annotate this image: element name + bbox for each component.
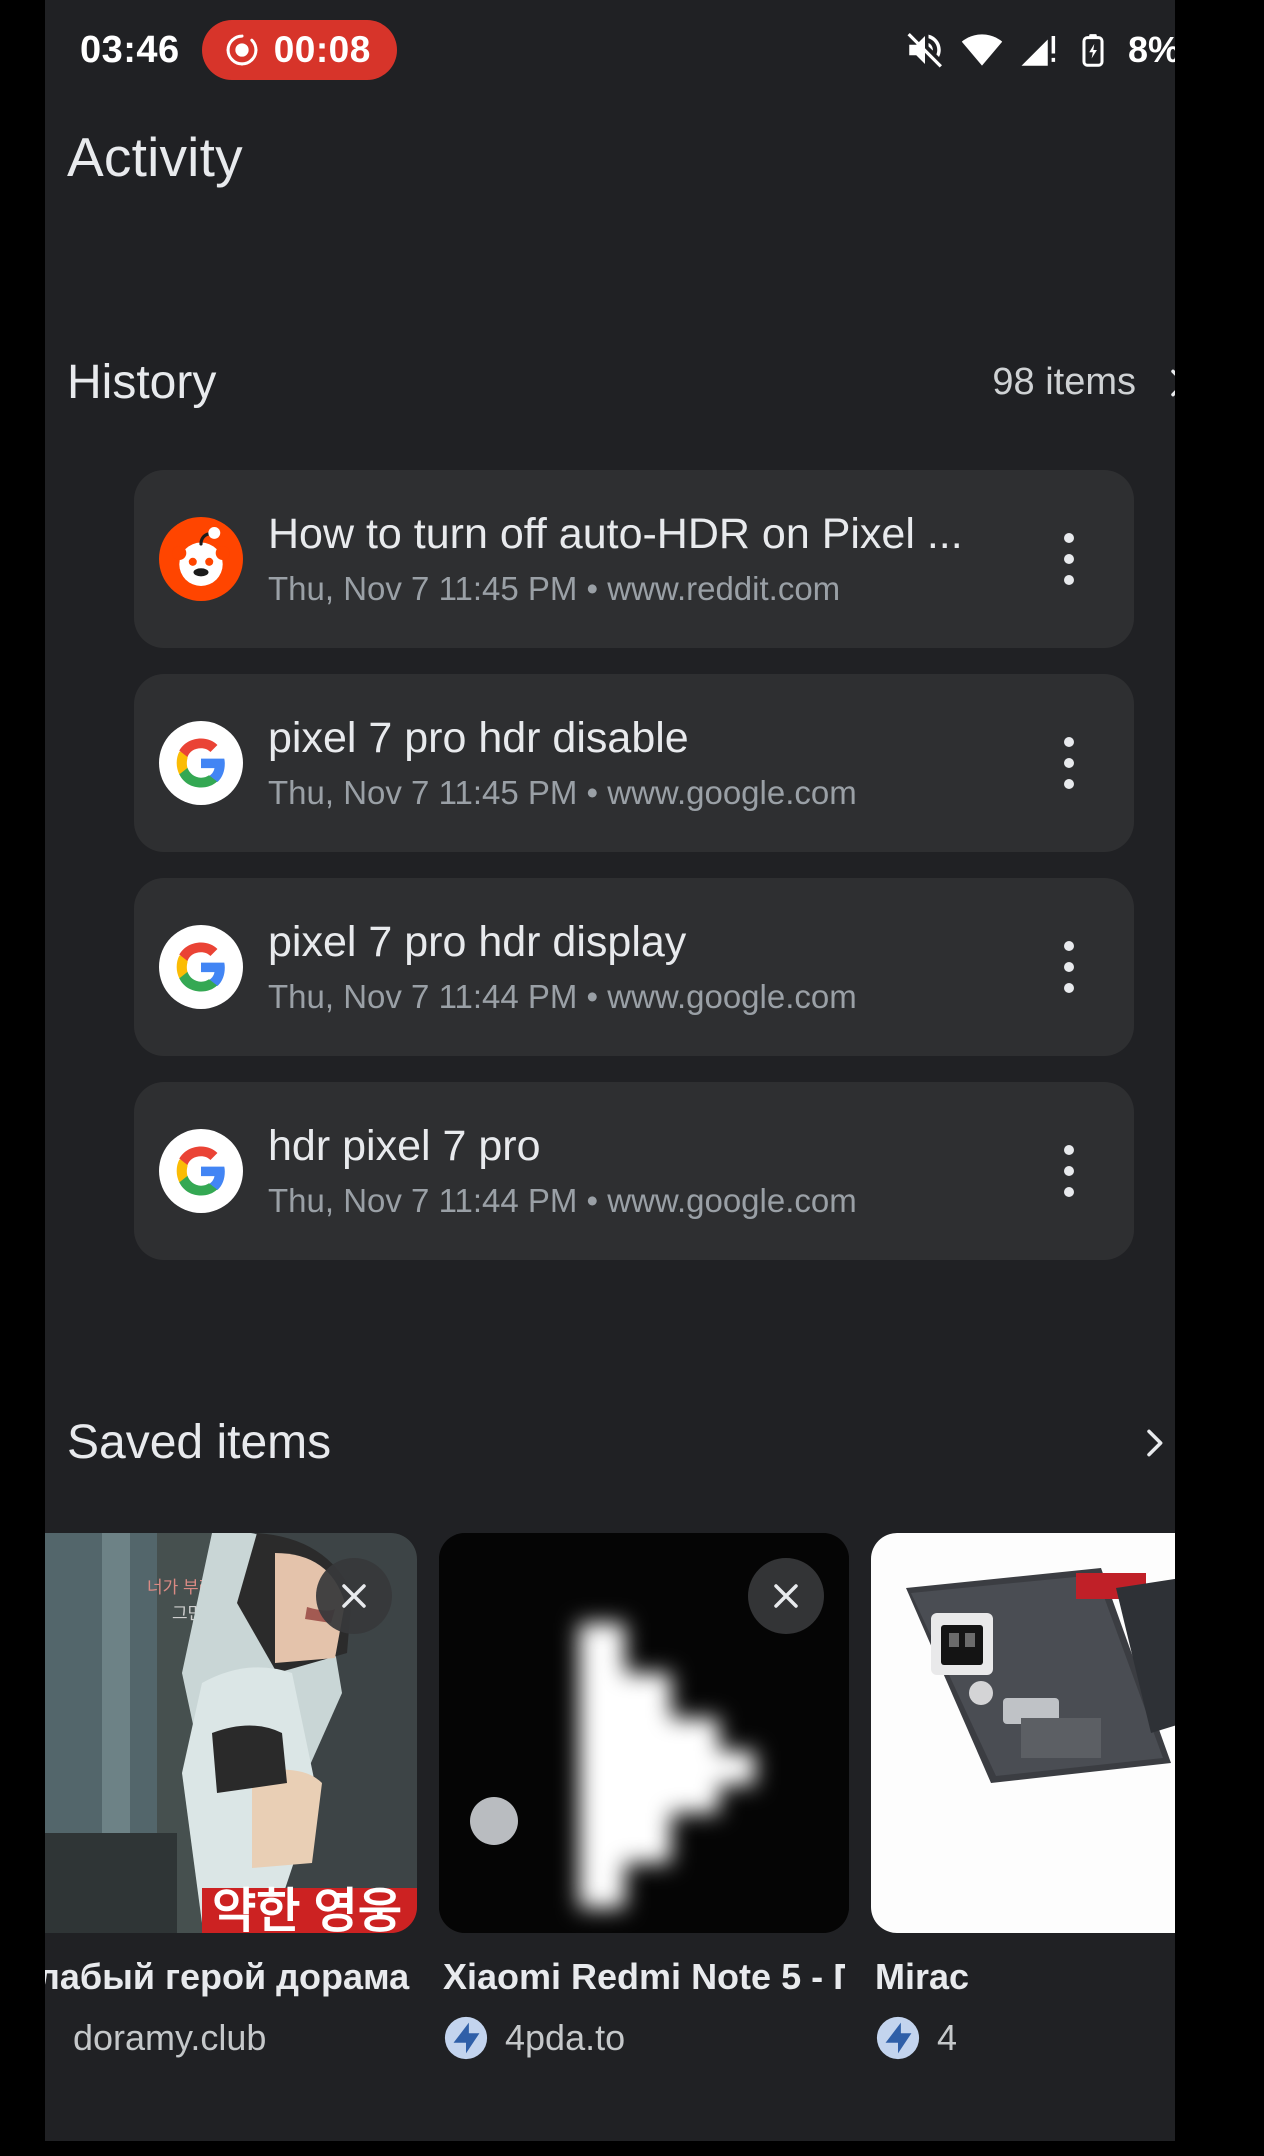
history-item-text: pixel 7 pro hdr display Thu, Nov 7 11:44… — [268, 918, 1034, 1015]
history-item-text: pixel 7 pro hdr disable Thu, Nov 7 11:45… — [268, 714, 1034, 811]
saved-item-source: doramy.club — [45, 2015, 413, 2061]
saved-items-header-right[interactable] — [1134, 1423, 1174, 1463]
wifi-icon — [960, 28, 1004, 72]
table-row[interactable]: pixel 7 pro hdr display Thu, Nov 7 11:44… — [134, 878, 1134, 1056]
google-icon — [158, 1128, 244, 1214]
saved-item-domain: 4pda.to — [505, 2016, 626, 2058]
list-item[interactable]: Mirac 4 — [871, 1533, 1220, 2061]
list-item[interactable]: Xiaomi Redmi Note 5 - П... 4pda.to — [439, 1533, 849, 2061]
app-screen: 03:46 00:08 8% Activity History 98 items… — [45, 0, 1220, 2141]
google-icon — [158, 924, 244, 1010]
list-item[interactable]: 너가 부러웠어 그만하자고 약한 영웅 — [45, 1533, 417, 2061]
white-device-photo — [871, 1533, 1220, 1933]
screen-record-chip[interactable]: 00:08 — [201, 20, 397, 80]
saved-thumbnail[interactable] — [439, 1533, 849, 1933]
status-bar-right: 8% — [904, 28, 1180, 72]
saved-item-title: Слабый герой дорама 2... — [45, 1957, 413, 1997]
saved-item-domain: doramy.club — [73, 2016, 267, 2058]
page-title: Activity — [67, 126, 243, 188]
saved-item-title: Xiaomi Redmi Note 5 - П... — [443, 1957, 845, 1997]
chevron-right-icon[interactable] — [1134, 1423, 1174, 1463]
status-bar-left: 03:46 00:08 — [80, 20, 397, 80]
overflow-menu-icon[interactable] — [1034, 1126, 1104, 1216]
table-row[interactable]: pixel 7 pro hdr disable Thu, Nov 7 11:45… — [134, 674, 1134, 852]
history-item-subtitle: Thu, Nov 7 11:45 PM • www.google.com — [268, 773, 857, 811]
saved-item-domain: 4 — [937, 2016, 958, 2058]
saved-item-source: 4 — [875, 2015, 1220, 2061]
saved-item-source: 4pda.to — [443, 2015, 845, 2061]
status-clock: 03:46 — [80, 28, 180, 71]
history-title: History — [67, 356, 217, 409]
history-item-title: pixel 7 pro hdr display — [268, 918, 687, 967]
saved-item-title: Mirac — [875, 1957, 970, 1997]
battery-percent-label: 8% — [1127, 29, 1180, 70]
4pda-icon — [875, 2015, 921, 2061]
history-item-text: hdr pixel 7 pro Thu, Nov 7 11:44 PM • ww… — [268, 1122, 1034, 1219]
history-item-title: How to turn off auto-HDR on Pixel ... — [268, 510, 963, 559]
bottom-letterbox — [0, 2141, 1264, 2156]
saved-items-section-header[interactable]: Saved items — [67, 1415, 1198, 1470]
screen-record-icon — [223, 31, 261, 69]
svg-text:약한 영웅: 약한 영웅 — [212, 1885, 402, 1933]
history-item-subtitle: Thu, Nov 7 11:44 PM • www.google.com — [268, 977, 857, 1015]
saved-thumbnail[interactable]: 너가 부러웠어 그만하자고 약한 영웅 — [45, 1533, 417, 1933]
table-row[interactable]: hdr pixel 7 pro Thu, Nov 7 11:44 PM • ww… — [134, 1082, 1134, 1260]
left-letterbox — [0, 0, 45, 2156]
close-icon[interactable] — [748, 1558, 824, 1634]
saved-thumbnail[interactable] — [871, 1533, 1220, 1933]
overflow-menu-icon[interactable] — [1034, 514, 1104, 604]
saved-caption: Mirac 4 — [871, 1957, 1220, 2061]
history-header-right[interactable]: 98 items — [992, 361, 1198, 404]
overflow-menu-icon[interactable] — [1034, 922, 1104, 1012]
status-bar: 03:46 00:08 8% — [45, 0, 1220, 100]
history-item-subtitle: Thu, Nov 7 11:44 PM • www.google.com — [268, 1181, 857, 1219]
history-item-title: pixel 7 pro hdr disable — [268, 714, 689, 763]
history-list: How to turn off auto-HDR on Pixel ... Th… — [134, 470, 1134, 1286]
4pda-icon — [443, 2015, 489, 2061]
saved-items-carousel[interactable]: TING BY athan — [45, 1533, 1220, 2093]
cellular-alert-icon — [1018, 29, 1060, 71]
saved-items-title: Saved items — [67, 1416, 332, 1469]
table-row[interactable]: How to turn off auto-HDR on Pixel ... Th… — [134, 470, 1134, 648]
right-letterbox — [1175, 0, 1264, 2156]
history-section-header[interactable]: History 98 items — [67, 355, 1198, 410]
screen-record-timer: 00:08 — [273, 29, 371, 70]
battery-charging-icon — [1074, 31, 1112, 69]
overflow-menu-icon[interactable] — [1034, 718, 1104, 808]
history-item-title: hdr pixel 7 pro — [268, 1122, 541, 1171]
berry-icon — [45, 2015, 57, 2061]
reddit-icon — [158, 516, 244, 602]
history-item-count: 98 items — [992, 361, 1136, 403]
vibrate-off-icon — [904, 29, 946, 71]
history-item-subtitle: Thu, Nov 7 11:45 PM • www.reddit.com — [268, 569, 841, 607]
google-icon — [158, 720, 244, 806]
saved-caption: Слабый герой дорама 2... doramy.club — [45, 1957, 417, 2061]
saved-caption: Xiaomi Redmi Note 5 - П... 4pda.to — [439, 1957, 849, 2061]
close-icon[interactable] — [316, 1558, 392, 1634]
history-item-text: How to turn off auto-HDR on Pixel ... Th… — [268, 510, 1034, 607]
